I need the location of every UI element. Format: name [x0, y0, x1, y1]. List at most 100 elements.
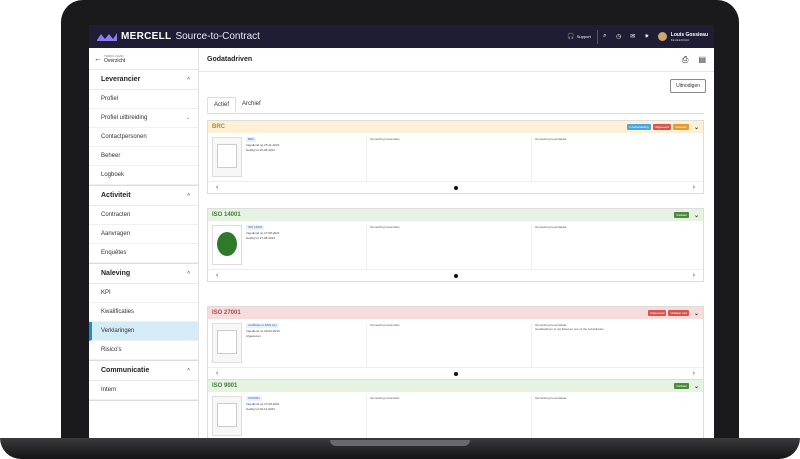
chevron-right-icon[interactable]: ›	[693, 184, 695, 191]
laptop-frame: MERCELL Source-to-Contract 🎧 Support ⌕ ◷…	[0, 0, 800, 459]
card-header[interactable]: BRC In behandeling Uitgevoerd Verlopen ⌄	[208, 121, 703, 133]
print-icon[interactable]: ⎙	[682, 55, 688, 65]
group-communicatie: Communicatie ^ Intern	[89, 361, 198, 401]
sidebar-item-label: Logboek	[101, 172, 125, 178]
chevron-up-icon: ^	[187, 367, 190, 374]
sidebar-item-beheer[interactable]: Beheer	[89, 147, 198, 166]
back-caption: TERUG NAAR	[104, 53, 124, 58]
sidebar-item-kpi[interactable]: KPI	[89, 284, 198, 303]
page-title: Godatadriven	[207, 56, 253, 63]
sidebar-item-label: KPI	[101, 290, 111, 296]
group-naleving: Naleving ^ KPI Kwalificaties Verklaringen…	[89, 264, 198, 361]
sidebar-item-label: Kwalificaties	[101, 309, 135, 315]
tab-divider	[207, 113, 704, 114]
card-body: BRC Ingediend op 25-11-2023 Geldig tot 2…	[208, 133, 703, 181]
document-icon[interactable]: ▤	[698, 55, 706, 65]
card-title: ISO 27001	[212, 310, 241, 316]
sidebar-item-risicos[interactable]: Risico's	[89, 341, 198, 360]
column-label: Opmerking transmitter	[370, 225, 400, 229]
document-thumbnail[interactable]	[212, 396, 242, 436]
invite-button[interactable]: Uitnodigen	[670, 79, 706, 93]
headset-icon: 🎧	[567, 34, 575, 40]
mail-icon[interactable]: ✉	[626, 25, 640, 48]
sidebar-item-verklaringen[interactable]: Verklaringen	[89, 322, 198, 341]
back-link[interactable]: ← TERUG NAAR Overzicht	[89, 48, 198, 70]
group-title: Activiteit	[101, 192, 131, 199]
chevron-right-icon[interactable]: ›	[693, 370, 695, 377]
back-label: Overzicht	[104, 57, 126, 64]
submitted-date: Ingediend op 09-09-2016	[246, 329, 280, 333]
tabs: Actief Archief	[207, 97, 267, 113]
mercell-logo-icon	[97, 32, 117, 41]
main-content: Godatadriven ⎙ ▤ Uitnodigen Actief Archi…	[199, 48, 714, 438]
submitted-date: Ingediend op 25-11-2023	[246, 143, 280, 147]
sidebar-item-logboek[interactable]: Logboek	[89, 166, 198, 185]
sidebar-item-label: Aanvragen	[101, 231, 131, 237]
file-link[interactable]: ISO9001	[246, 396, 262, 401]
sidebar-item-label: Risico's	[101, 347, 122, 353]
card-header[interactable]: ISO 9001 Voldaan ⌄	[208, 380, 703, 392]
status-badge: Voldaan	[674, 383, 689, 389]
submitted-date: Ingediend op 27-08-2021	[246, 402, 280, 406]
valid-until: Geldig tot 27-08-2023	[246, 236, 276, 240]
certificate-info: BRC Ingediend op 25-11-2023 Geldig tot 2…	[246, 137, 366, 181]
sidebar-item-label: Contactpersonen	[101, 134, 147, 140]
pager-dot[interactable]	[453, 371, 458, 376]
card-pager: ‹ ›	[208, 181, 703, 193]
group-title: Communicatie	[101, 367, 150, 374]
chevron-left-icon[interactable]: ‹	[216, 184, 218, 191]
reviewer-comment: Opmerking beoordelaar	[531, 137, 699, 181]
group-header-communicatie[interactable]: Communicatie ^	[89, 361, 198, 381]
chevron-right-icon[interactable]: ›	[693, 272, 695, 279]
sidebar-item-profiel[interactable]: Profiel	[89, 90, 198, 109]
file-link[interactable]: ISO 14001	[246, 225, 265, 230]
document-thumbnail[interactable]	[212, 225, 242, 265]
column-label: Opmerking beoordelaar	[535, 225, 567, 229]
tab-actief[interactable]: Actief	[207, 97, 237, 113]
sidebar-item-contactpersonen[interactable]: Contactpersonen	[89, 128, 198, 147]
history-icon[interactable]: ◷	[612, 25, 626, 48]
laptop-notch	[330, 440, 470, 446]
chevron-left-icon[interactable]: ‹	[216, 272, 218, 279]
file-link[interactable]: certificate in ENG.key	[246, 323, 279, 328]
chevron-left-icon[interactable]: ‹	[216, 370, 218, 377]
document-thumbnail[interactable]	[212, 137, 242, 177]
card-body: certificate in ENG.key Ingediend op 09-0…	[208, 319, 703, 367]
sidebar-item-profiel-uitbreiding[interactable]: Profiel uitbreiding ⌄	[89, 109, 198, 128]
pager-dot[interactable]	[453, 185, 458, 190]
chevron-down-icon[interactable]: ⌄	[694, 212, 699, 219]
document-thumbnail[interactable]	[212, 323, 242, 363]
file-link[interactable]: BRC	[246, 137, 257, 142]
transmitter-comment: Opmerking transmitter	[366, 396, 531, 438]
pager-dot[interactable]	[453, 273, 458, 278]
group-header-naleving[interactable]: Naleving ^	[89, 264, 198, 284]
status-badge: Uitgevoerd	[647, 310, 667, 316]
card-title: ISO 14001	[212, 212, 241, 218]
chevron-down-icon[interactable]: ⌄	[694, 310, 699, 317]
group-title: Leverancier	[101, 76, 141, 83]
status-badge: Verlopen	[673, 124, 689, 130]
card-header[interactable]: ISO 14001 Voldaan ⌄	[208, 209, 703, 221]
sidebar-item-enquetes[interactable]: Enquêtes	[89, 244, 198, 263]
support-button[interactable]: 🎧 Support	[561, 25, 597, 48]
card-header[interactable]: ISO 27001 Uitgevoerd Voldaan niet ⌄	[208, 307, 703, 319]
app-logo[interactable]: MERCELL Source-to-Contract	[97, 31, 260, 42]
user-menu[interactable]: Louis Gossieau BEHEERDER	[671, 32, 708, 42]
sidebar-item-contracten[interactable]: Contracten	[89, 206, 198, 225]
sidebar-item-aanvragen[interactable]: Aanvragen	[89, 225, 198, 244]
sidebar-item-intern[interactable]: Intern	[89, 381, 198, 400]
sidebar-item-kwalificaties[interactable]: Kwalificaties	[89, 303, 198, 322]
status-badge: Voldaan niet	[668, 310, 689, 316]
tab-archief[interactable]: Archief	[236, 97, 267, 113]
group-header-leverancier[interactable]: Leverancier ^	[89, 70, 198, 90]
group-header-activiteit[interactable]: Activiteit ^	[89, 186, 198, 206]
notification-icon[interactable]: ✷	[640, 25, 654, 48]
chevron-down-icon[interactable]: ⌄	[694, 124, 699, 131]
card-title: ISO 9001	[212, 383, 238, 389]
avatar[interactable]	[657, 32, 667, 41]
declaration-card-iso27001: ISO 27001 Uitgevoerd Voldaan niet ⌄ cert…	[207, 306, 704, 380]
review-status: Afgewezen	[246, 334, 261, 338]
sidebar-item-label: Profiel uitbreiding	[101, 115, 148, 121]
chevron-down-icon[interactable]: ⌄	[694, 383, 699, 390]
search-icon[interactable]: ⌕	[598, 25, 612, 48]
